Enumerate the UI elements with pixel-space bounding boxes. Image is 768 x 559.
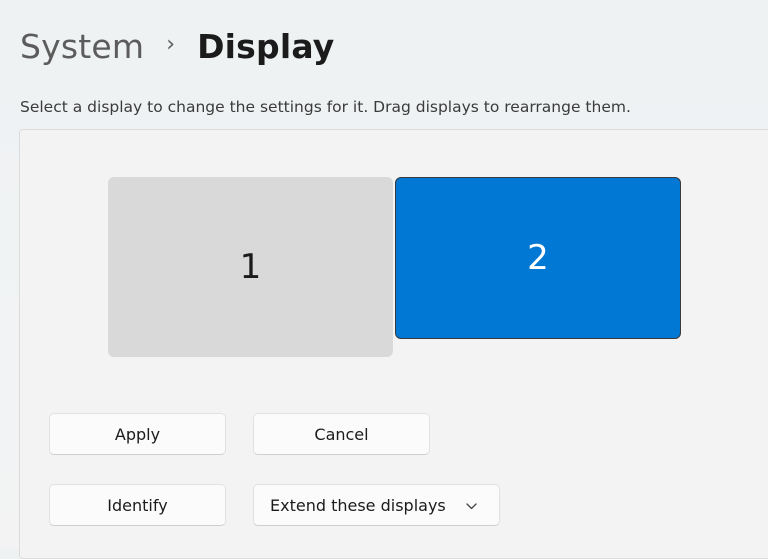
breadcrumb-separator: › bbox=[166, 31, 176, 57]
display-mode-value: Extend these displays bbox=[270, 495, 446, 515]
apply-button-label: Apply bbox=[114, 424, 161, 444]
cancel-button-label: Cancel bbox=[314, 424, 369, 444]
arrange-instructions: Select a display to change the settings … bbox=[20, 98, 631, 116]
monitor-1[interactable]: 1 bbox=[108, 177, 393, 357]
breadcrumb: System › Display bbox=[20, 22, 335, 70]
monitor-1-label: 1 bbox=[239, 247, 262, 287]
breadcrumb-system[interactable]: System bbox=[20, 27, 144, 66]
chevron-down-icon bbox=[466, 500, 477, 513]
display-arrangement-panel: 1 2 Apply Cancel Identify Extend these d… bbox=[19, 129, 768, 559]
cancel-button[interactable]: Cancel bbox=[253, 413, 430, 455]
display-mode-dropdown[interactable]: Extend these displays bbox=[253, 484, 500, 526]
monitor-2[interactable]: 2 bbox=[395, 177, 681, 339]
apply-button[interactable]: Apply bbox=[49, 413, 226, 455]
monitor-2-label: 2 bbox=[527, 238, 549, 278]
page-title: Display bbox=[197, 26, 335, 66]
identify-button[interactable]: Identify bbox=[49, 484, 226, 526]
identify-button-label: Identify bbox=[107, 495, 168, 515]
